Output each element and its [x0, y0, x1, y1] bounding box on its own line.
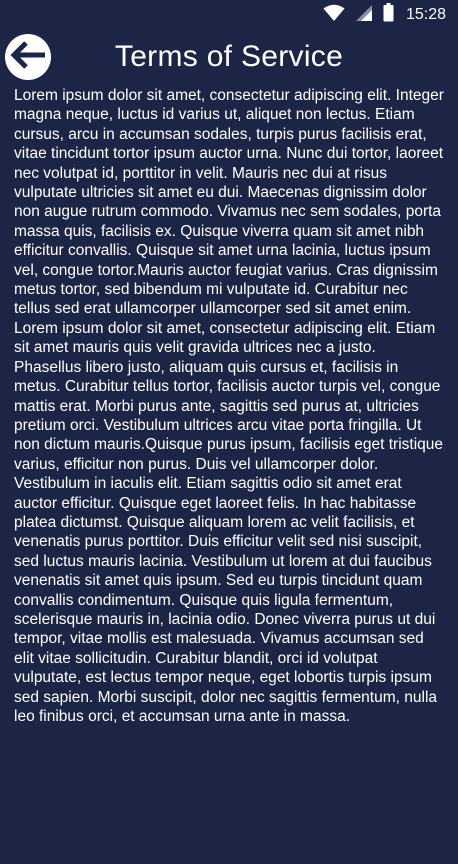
- terms-screen: 15:28 Terms of Service Lorem ipsum dolor…: [0, 0, 458, 864]
- app-bar: Terms of Service: [0, 30, 458, 84]
- status-time: 15:28: [405, 6, 446, 23]
- battery-icon: [383, 3, 394, 27]
- wifi-icon: [323, 4, 345, 27]
- status-bar: 15:28: [0, 0, 458, 30]
- status-icons: 15:28: [323, 3, 446, 27]
- page-title: Terms of Service: [114, 40, 344, 73]
- signal-icon: [355, 4, 373, 27]
- terms-body-text: Lorem ipsum dolor sit amet, consectetur …: [14, 87, 444, 725]
